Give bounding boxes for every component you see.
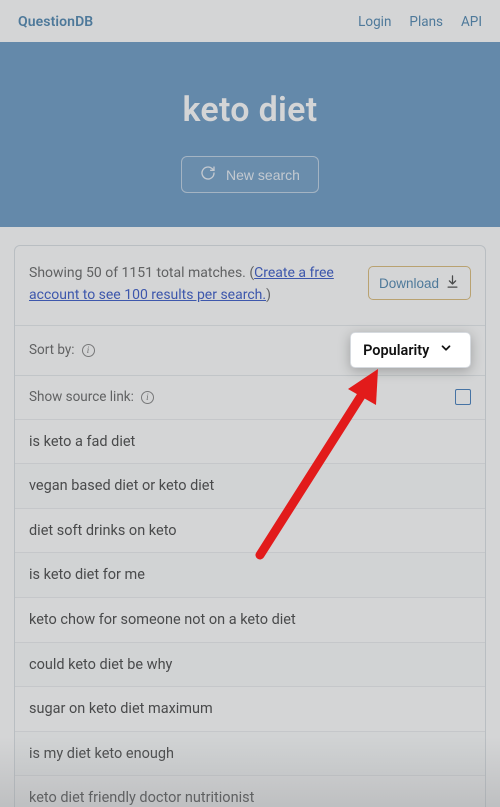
- download-button[interactable]: Download: [368, 266, 471, 300]
- info-icon[interactable]: i: [141, 391, 154, 404]
- chevron-down-icon: [439, 341, 453, 359]
- show-source-checkbox[interactable]: [455, 389, 471, 405]
- sort-dropdown-highlight[interactable]: Popularity: [350, 332, 471, 368]
- result-item[interactable]: vegan based diet or keto diet: [15, 463, 485, 508]
- result-item[interactable]: is keto a fad diet: [15, 419, 485, 464]
- result-item[interactable]: keto chow for someone not on a keto diet: [15, 597, 485, 642]
- result-item[interactable]: sugar on keto diet maximum: [15, 686, 485, 731]
- new-search-label: New search: [226, 167, 300, 183]
- show-source-row: Show source link: i: [15, 375, 485, 419]
- nav-api[interactable]: API: [461, 14, 482, 30]
- results-card: Showing 50 of 1151 total matches. (Creat…: [14, 245, 486, 807]
- result-item[interactable]: keto diet friendly doctor nutritionist: [15, 775, 485, 807]
- nav-plans[interactable]: Plans: [409, 14, 443, 30]
- result-item[interactable]: could keto diet be why: [15, 642, 485, 687]
- new-search-button[interactable]: New search: [181, 156, 319, 193]
- nav-login[interactable]: Login: [358, 14, 391, 30]
- results-summary: Showing 50 of 1151 total matches. (Creat…: [29, 262, 358, 307]
- sort-selected: Popularity: [363, 342, 429, 359]
- info-icon[interactable]: i: [82, 344, 95, 357]
- hero: keto diet New search: [0, 42, 500, 227]
- result-item[interactable]: diet soft drinks on keto: [15, 508, 485, 553]
- page-title: keto diet: [20, 90, 480, 130]
- sort-label: Sort by:: [29, 342, 75, 358]
- refresh-icon: [200, 165, 216, 184]
- download-label: Download: [379, 276, 439, 291]
- download-icon: [445, 274, 460, 292]
- show-source-label: Show source link:: [29, 389, 134, 405]
- results-list: is keto a fad dietvegan based diet or ke…: [15, 419, 485, 807]
- brand-logo[interactable]: QuestionDB: [18, 14, 93, 30]
- result-item[interactable]: is my diet keto enough: [15, 731, 485, 776]
- result-item[interactable]: is keto diet for me: [15, 552, 485, 597]
